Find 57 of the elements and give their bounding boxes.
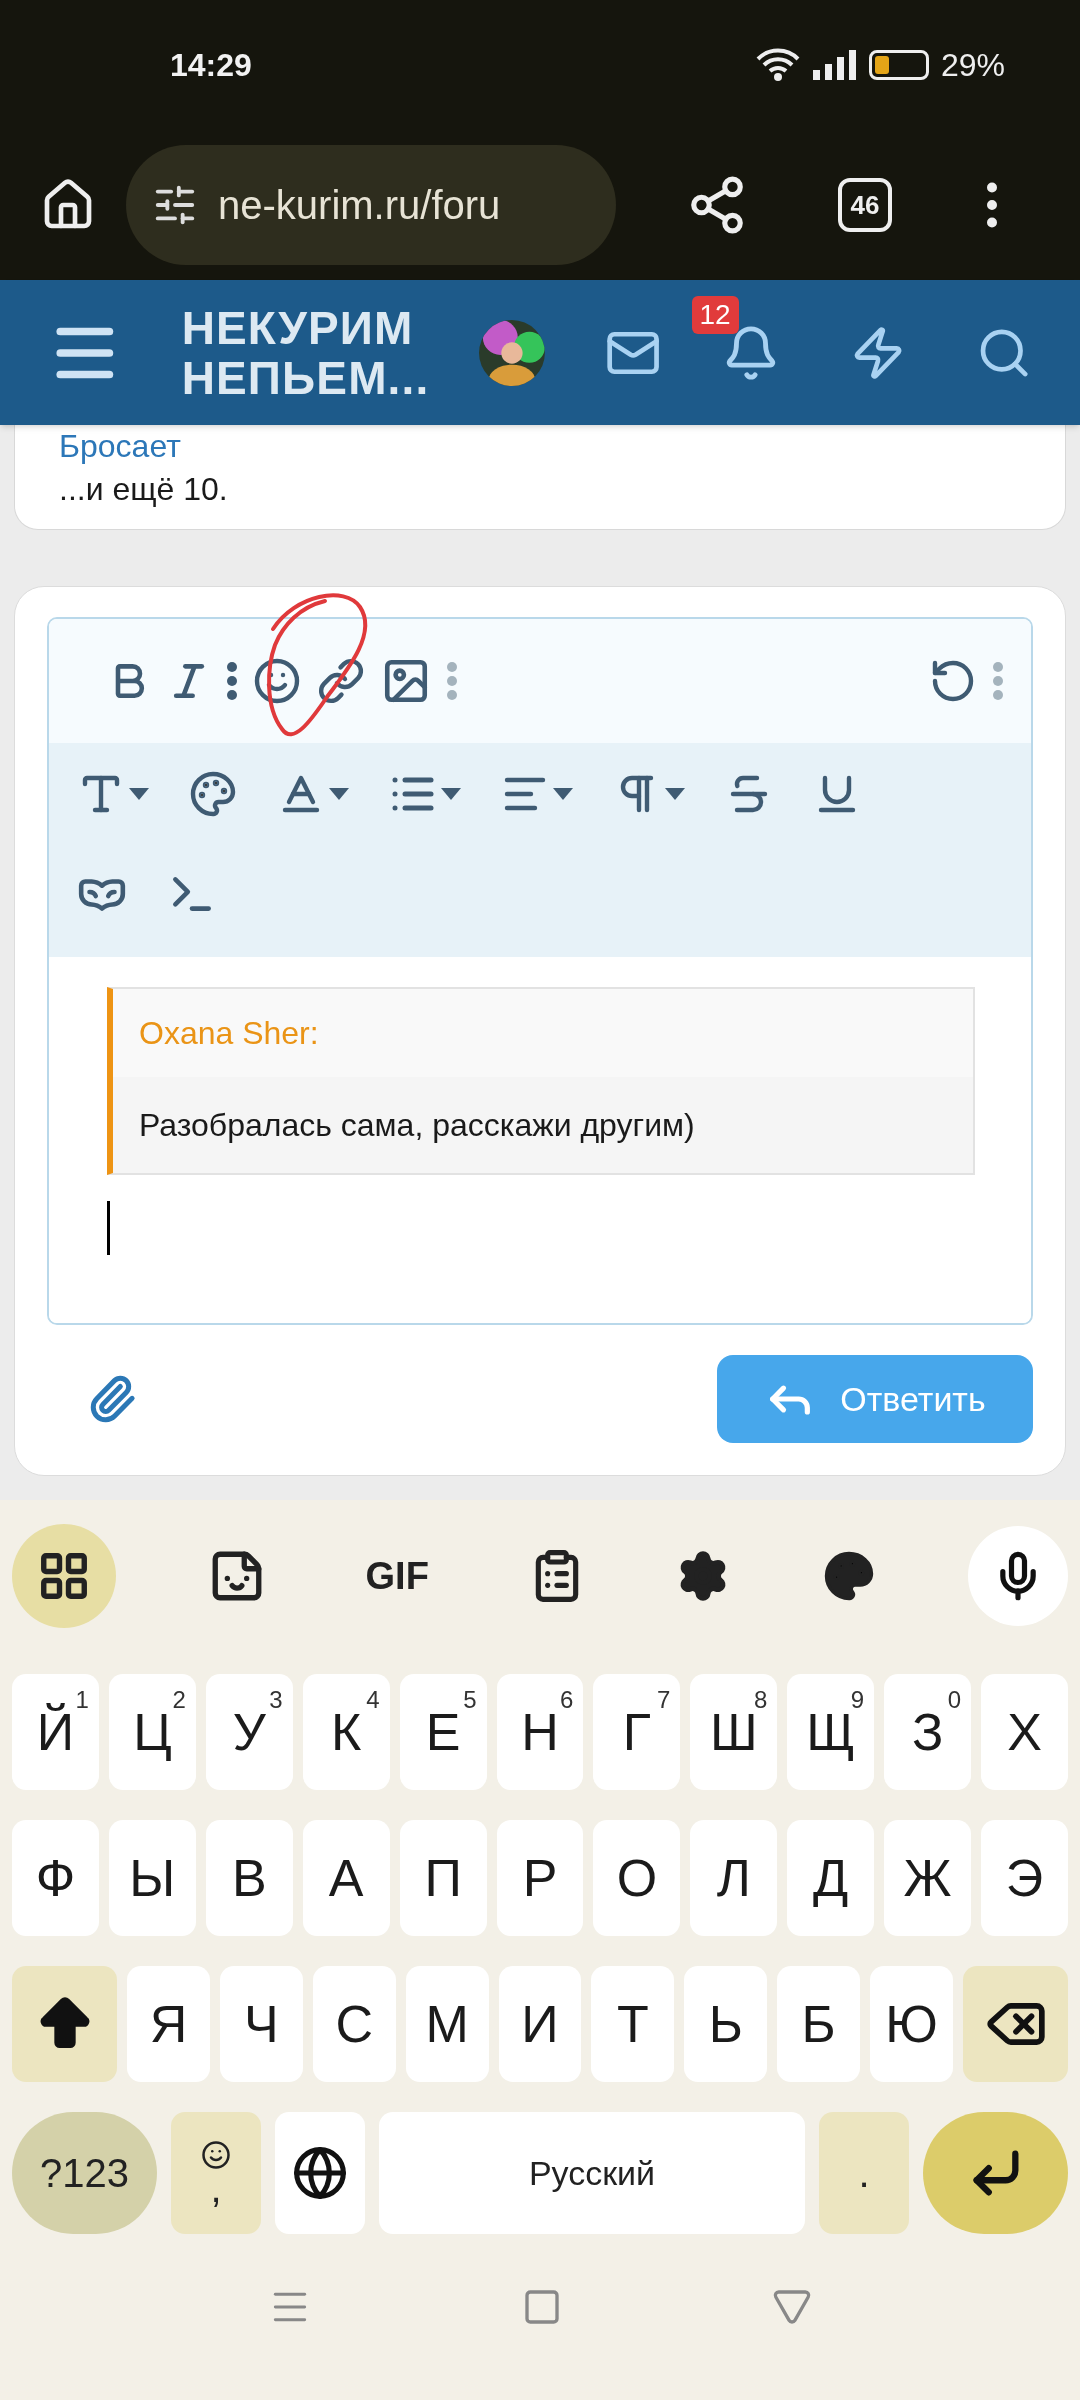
more-icon — [993, 662, 1003, 700]
reaction-link[interactable]: Бросает — [59, 425, 1021, 467]
more-icon — [447, 662, 457, 700]
key[interactable]: Э — [981, 1820, 1068, 1936]
key[interactable]: С — [312, 1966, 396, 2082]
palette-icon — [189, 770, 237, 818]
more-reactions-text: ...и ещё 10. — [59, 470, 229, 509]
battery-icon — [868, 50, 929, 80]
key[interactable]: Ь — [684, 1966, 768, 2082]
smiley-icon — [253, 657, 301, 705]
key[interactable]: Я — [127, 1966, 210, 2082]
key[interactable]: Ф — [12, 1820, 99, 1936]
period-key[interactable]: . — [819, 2112, 909, 2234]
key[interactable]: Б — [777, 1966, 861, 2082]
globe-icon — [292, 2145, 348, 2201]
space-key[interactable]: Русский — [379, 2112, 805, 2234]
tabs-button[interactable]: 46 — [838, 178, 892, 232]
notification-badge: 12 — [691, 295, 739, 334]
key[interactable]: Д — [787, 1820, 875, 1936]
key[interactable]: М — [405, 1966, 489, 2082]
quote-text: Разобралась сама, расскажи другим) — [138, 1106, 696, 1145]
key[interactable]: Ю — [870, 1966, 953, 2082]
caret-icon — [129, 788, 149, 800]
symbols-key[interactable]: ?123 — [12, 2112, 157, 2234]
language-key[interactable] — [275, 2112, 365, 2234]
site-logo[interactable]: НЕКУРИМ НЕПЬЕМ... — [181, 302, 430, 403]
wifi-icon — [754, 48, 801, 82]
link-icon — [317, 657, 365, 705]
caret-icon — [553, 788, 573, 800]
backspace-key[interactable] — [963, 1966, 1068, 2082]
comma-key[interactable]: , — [171, 2112, 261, 2234]
battery-percent: 29% — [940, 46, 1005, 85]
key[interactable]: В — [205, 1820, 293, 1936]
gif-button[interactable]: GIF — [357, 1547, 437, 1605]
key[interactable]: Л — [690, 1820, 778, 1936]
signal-icon — [812, 50, 857, 80]
quote-author: Oxana Sher: — [113, 989, 973, 1077]
caret-icon — [329, 788, 349, 800]
key[interactable]: А — [302, 1820, 390, 1936]
key[interactable]: Р — [496, 1820, 584, 1936]
key[interactable]: Ж — [884, 1820, 972, 1936]
emoji-icon — [201, 2140, 231, 2170]
more-icon — [227, 662, 237, 700]
key[interactable]: П — [399, 1820, 487, 1936]
text-cursor — [107, 1201, 110, 1255]
url-field[interactable]: ne-kurim.ru/foru — [126, 145, 616, 265]
key[interactable]: И — [498, 1966, 582, 2082]
shift-key[interactable] — [12, 1966, 117, 2082]
key[interactable]: Т — [591, 1966, 675, 2082]
key[interactable]: Х — [981, 1674, 1068, 1790]
key[interactable]: Ч — [219, 1966, 303, 2082]
caret-icon — [441, 788, 461, 800]
caret-icon — [665, 788, 685, 800]
status-time: 14:29 — [170, 46, 252, 85]
key[interactable]: О — [593, 1820, 681, 1936]
key[interactable]: Ы — [108, 1820, 196, 1936]
back-icon[interactable] — [772, 2287, 812, 2327]
